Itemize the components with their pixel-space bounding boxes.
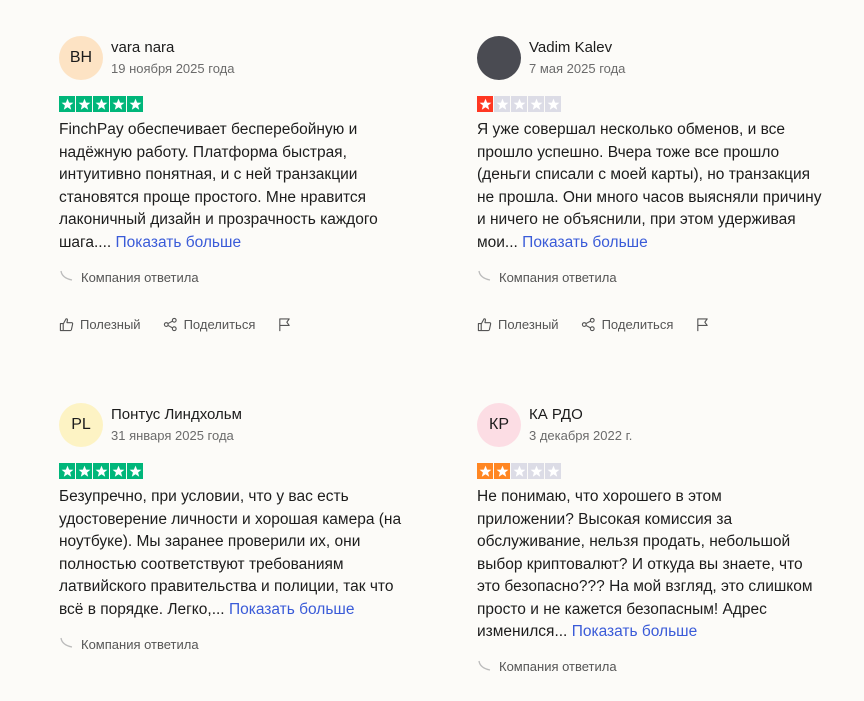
star-icon [545, 96, 561, 112]
helpful-label: Полезный [80, 317, 141, 332]
star-icon [528, 463, 544, 479]
star-icon [76, 96, 92, 112]
star-rating [477, 96, 822, 112]
share-label: Поделиться [601, 317, 674, 332]
read-more-link[interactable]: Показать больше [572, 623, 698, 640]
review-date: 31 января 2025 года [111, 428, 234, 443]
company-replied-label: Компания ответила [81, 269, 199, 285]
star-icon [511, 463, 527, 479]
share-label: Поделиться [183, 317, 256, 332]
star-icon [76, 463, 92, 479]
review-header: КР КА РДО 3 декабря 2022 г. [477, 403, 822, 451]
review-date: 7 мая 2025 года [529, 61, 626, 76]
star-rating [59, 463, 404, 479]
avatar[interactable] [477, 36, 521, 80]
star-icon [528, 96, 544, 112]
share-button[interactable]: Поделиться [163, 317, 256, 332]
reply-curve-icon [477, 660, 493, 674]
review-actions: Полезный Поделиться [59, 317, 404, 332]
star-icon [494, 96, 510, 112]
avatar[interactable]: ВН [59, 36, 103, 80]
reply-curve-icon [59, 270, 75, 284]
review-header: Vadim Kalev 7 мая 2025 года [477, 36, 822, 84]
star-icon [477, 463, 493, 479]
read-more-link[interactable]: Показать больше [229, 601, 355, 618]
company-replied[interactable]: Компания ответила [59, 268, 404, 286]
review-text: FinchPay обеспечивает бесперебойную и на… [59, 119, 404, 254]
reply-curve-icon [59, 637, 75, 651]
avatar[interactable]: КР [477, 403, 521, 447]
flag-icon [697, 318, 709, 332]
reviewer-name[interactable]: КА РДО [529, 406, 632, 424]
star-icon [93, 96, 109, 112]
helpful-label: Полезный [498, 317, 559, 332]
star-icon [127, 96, 143, 112]
review-text: Безупречно, при условии, что у вас есть … [59, 486, 404, 621]
review-body: FinchPay обеспечивает бесперебойную и на… [59, 121, 378, 251]
reviewer-name[interactable]: vara nara [111, 39, 234, 57]
star-icon [127, 463, 143, 479]
review-body: Безупречно, при условии, что у вас есть … [59, 488, 402, 618]
star-rating [477, 463, 822, 479]
review-card: КР КА РДО 3 декабря 2022 г. Не понимаю, … [477, 403, 822, 676]
star-icon [511, 96, 527, 112]
read-more-link[interactable]: Показать больше [522, 234, 648, 251]
review-card: Vadim Kalev 7 мая 2025 года Я уже соверш… [477, 36, 822, 332]
star-icon [545, 463, 561, 479]
reply-curve-icon [477, 270, 493, 284]
report-button[interactable] [695, 317, 716, 332]
company-replied[interactable]: Компания ответила [59, 635, 404, 653]
star-icon [477, 96, 493, 112]
review-card: ВН vara nara 19 ноября 2025 года FinchPa… [59, 36, 404, 332]
review-date: 19 ноября 2025 года [111, 61, 235, 76]
share-button[interactable]: Поделиться [581, 317, 674, 332]
report-button[interactable] [277, 317, 298, 332]
review-actions: Полезный Поделиться [477, 317, 822, 332]
company-replied-label: Компания ответила [499, 269, 617, 285]
read-more-link[interactable]: Показать больше [116, 234, 242, 251]
helpful-button[interactable]: Полезный [59, 317, 141, 332]
company-replied-label: Компания ответила [81, 636, 199, 652]
star-icon [93, 463, 109, 479]
review-header: PL Понтус Линдхольм 31 января 2025 года [59, 403, 404, 451]
review-card: PL Понтус Линдхольм 31 января 2025 года … [59, 403, 404, 653]
star-icon [494, 463, 510, 479]
thumbs-up-icon [477, 318, 492, 332]
company-replied[interactable]: Компания ответила [477, 268, 822, 286]
share-icon [163, 317, 177, 332]
review-body: Я уже совершал несколько обменов, и все … [477, 121, 822, 251]
review-body: Не понимаю, что хорошего в этом приложен… [477, 488, 813, 640]
avatar[interactable]: PL [59, 403, 103, 447]
reviewer-name[interactable]: Vadim Kalev [529, 39, 625, 57]
star-icon [110, 96, 126, 112]
star-icon [59, 96, 75, 112]
review-text: Не понимаю, что хорошего в этом приложен… [477, 486, 822, 644]
share-icon [581, 317, 595, 332]
thumbs-up-icon [59, 318, 74, 332]
review-date: 3 декабря 2022 г. [529, 428, 633, 443]
helpful-button[interactable]: Полезный [477, 317, 559, 332]
star-icon [110, 463, 126, 479]
company-replied-label: Компания ответила [499, 659, 617, 674]
company-replied[interactable]: Компания ответила [477, 658, 822, 676]
star-icon [59, 463, 75, 479]
review-header: ВН vara nara 19 ноября 2025 года [59, 36, 404, 84]
reviewer-name[interactable]: Понтус Линдхольм [111, 406, 242, 424]
flag-icon [279, 318, 291, 332]
star-rating [59, 96, 404, 112]
review-text: Я уже совершал несколько обменов, и все … [477, 119, 822, 254]
